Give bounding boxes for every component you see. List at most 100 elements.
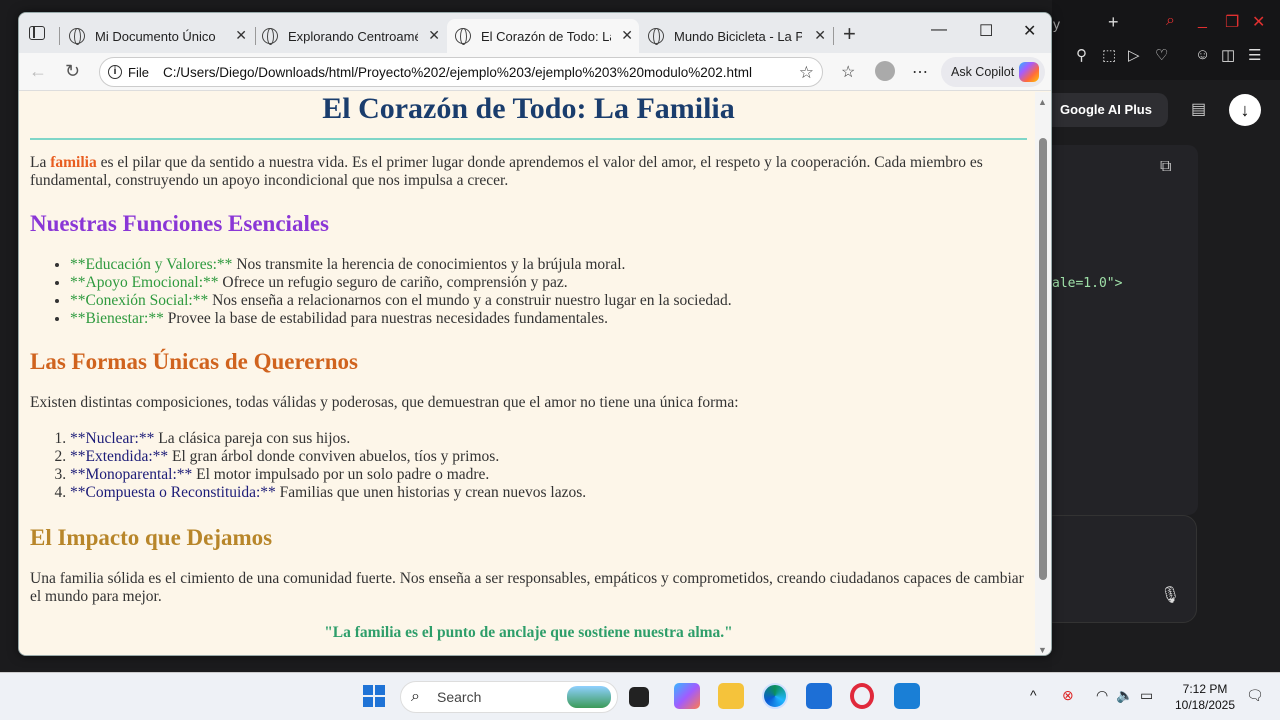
url-text[interactable]: C:/Users/Diego/Downloads/html/Proyecto%2… (163, 65, 752, 80)
start-button-windows-icon[interactable] (363, 685, 385, 707)
wifi-icon[interactable]: ◠ (1096, 687, 1108, 704)
background-search-icon[interactable]: ⌕ (1166, 12, 1175, 30)
title-divider (30, 138, 1027, 140)
list-text: Ofrece un refugio seguro de cariño, comp… (222, 274, 568, 291)
heart-icon[interactable]: ♡ (1155, 46, 1168, 64)
code-fragment: ale=1.0"> (1052, 276, 1123, 291)
ask-copilot-button[interactable]: Ask Copilot (941, 57, 1045, 87)
microphone-icon[interactable]: 🎙 (1160, 585, 1180, 605)
profile-icon[interactable]: ☺ (1195, 46, 1210, 63)
close-tab-icon[interactable]: ✕ (235, 27, 247, 44)
tab-label: Mi Documento Único (95, 28, 216, 44)
list-text: Nos transmite la herencia de conocimient… (236, 256, 626, 273)
tab-explorando-centroamerica[interactable]: Explorando Centroamérica ✕ (254, 19, 446, 53)
background-minimize-icon[interactable]: _ (1198, 12, 1207, 30)
list-text: El motor impulsado por un solo padre o m… (196, 466, 490, 483)
background-new-tab-icon[interactable]: + (1108, 12, 1119, 33)
scroll-down-icon[interactable]: ▼ (1038, 645, 1047, 655)
snapshot-icon[interactable]: ⬚ (1102, 46, 1116, 64)
tab-el-corazon[interactable]: El Corazón de Todo: La Familia ✕ (447, 19, 639, 53)
maximize-icon[interactable]: ☐ (979, 21, 993, 41)
vertical-scrollbar[interactable]: ▲ ▼ (1035, 92, 1051, 655)
volume-icon[interactable]: 🔈 (1116, 687, 1133, 704)
profile-avatar[interactable] (875, 61, 895, 81)
background-maximize-icon[interactable]: ❐ (1225, 12, 1239, 32)
tab-label: Explorando Centroamérica (288, 28, 418, 44)
close-tab-icon[interactable]: ✕ (814, 27, 826, 44)
family-quote: "La familia es el punto de anclaje que s… (324, 624, 733, 641)
close-tab-icon[interactable]: ✕ (621, 27, 633, 44)
list-term: **Nuclear:** (70, 430, 155, 447)
list-item: **Apoyo Emocional:** Ofrece un refugio s… (70, 274, 1027, 292)
file-explorer-icon[interactable] (718, 683, 744, 709)
refresh-icon[interactable]: ↻ (65, 61, 80, 82)
archive-icon[interactable]: ▤ (1191, 99, 1206, 119)
list-item: **Compuesta o Reconstituida:** Familias … (70, 484, 1027, 502)
list-item: **Nuclear:** La clásica pareja con sus h… (70, 430, 1027, 448)
chat-input-box[interactable] (1040, 515, 1197, 623)
system-clock[interactable]: 7:12 PM 10/18/2025 (1172, 681, 1238, 713)
list-item: **Extendida:** El gran árbol donde convi… (70, 448, 1027, 466)
battery-icon[interactable]: ▭ (1140, 687, 1153, 704)
download-icon[interactable]: ↓ (1229, 94, 1261, 126)
close-window-icon[interactable]: ✕ (1023, 21, 1036, 41)
bag-icon[interactable]: ◫ (1221, 46, 1235, 64)
list-text: El gran árbol donde conviven abuelos, tí… (172, 448, 500, 465)
copy-icon[interactable]: ⧉ (1160, 158, 1171, 176)
functions-list: **Educación y Valores:** Nos transmite l… (70, 256, 1027, 328)
page-viewport: El Corazón de Todo: La Familia La famili… (19, 92, 1037, 655)
intro-post: es el pilar que da sentido a nuestra vid… (30, 154, 983, 189)
tab-mundo-bicicleta[interactable]: Mundo Bicicleta - La Pasión ✕ (640, 19, 832, 53)
minimize-icon[interactable]: — (931, 21, 947, 39)
search-placeholder: Search (437, 689, 482, 705)
list-text: Nos enseña a relacionarnos con el mundo … (212, 292, 732, 309)
info-icon[interactable]: i (108, 65, 122, 79)
more-options-icon[interactable]: ⋯ (912, 62, 928, 82)
scrollbar-thumb[interactable] (1039, 138, 1047, 580)
address-toolbar: ← ↻ i File C:/Users/Diego/Downloads/html… (19, 53, 1051, 91)
close-tab-icon[interactable]: ✕ (428, 27, 440, 44)
taskbar-search[interactable]: ⌕ Search (400, 681, 618, 713)
impact-paragraph: Una familia sólida es el cimiento de una… (30, 570, 1024, 605)
back-icon[interactable]: ← (29, 61, 47, 82)
search-highlight-image (567, 686, 611, 708)
code-block (1040, 145, 1198, 515)
search-icon: ⌕ (411, 688, 420, 705)
edge-browser-icon[interactable] (762, 683, 788, 709)
notification-icon[interactable]: 🗨 (1246, 687, 1264, 704)
page-content: El Corazón de Todo: La Familia La famili… (30, 92, 1027, 642)
play-icon[interactable]: ▷ (1128, 46, 1140, 64)
settings-sliders-icon[interactable]: ☰ (1248, 46, 1261, 64)
tab-separator (59, 27, 60, 45)
address-bar[interactable]: i File C:/Users/Diego/Downloads/html/Pro… (99, 57, 823, 87)
intro-paragraph: La familia es el pilar que da sentido a … (30, 154, 1027, 190)
tab-actions-icon[interactable] (29, 26, 45, 40)
background-close-icon[interactable]: ✕ (1252, 12, 1265, 32)
tab-mi-documento[interactable]: Mi Documento Único ✕ (61, 19, 253, 53)
task-view-icon[interactable] (629, 687, 649, 707)
favorite-star-icon[interactable]: ☆ (799, 63, 814, 83)
globe-icon (262, 28, 278, 45)
pin-icon[interactable]: ⚲ (1076, 46, 1087, 64)
google-ai-plus-button[interactable]: Google AI Plus (1040, 93, 1168, 127)
favorites-icon[interactable]: ☆ (841, 62, 855, 82)
scroll-up-icon[interactable]: ▲ (1038, 97, 1047, 107)
opera-icon[interactable] (850, 683, 874, 709)
copilot-icon (1019, 62, 1039, 82)
vscode-icon[interactable] (894, 683, 920, 709)
security-alert-icon[interactable]: ⊗ (1062, 687, 1074, 704)
background-tab-fragment: y (1053, 16, 1060, 32)
tab-separator (833, 27, 834, 45)
tab-label: Mundo Bicicleta - La Pasión (674, 28, 802, 44)
list-text: La clásica pareja con sus hijos. (158, 430, 351, 447)
copilot-label: Ask Copilot (951, 65, 1015, 79)
list-text: Familias que unen historias y crean nuev… (279, 484, 587, 501)
microsoft-store-icon[interactable] (806, 683, 832, 709)
m365-icon[interactable] (674, 683, 700, 709)
intro-pre: La (30, 154, 47, 171)
file-label: File (128, 64, 149, 80)
show-hidden-icons-icon[interactable]: ^ (1030, 687, 1037, 703)
list-item: **Monoparental:** El motor impulsado por… (70, 466, 1027, 484)
browser-window: Mi Documento Único ✕ Explorando Centroam… (18, 12, 1052, 656)
new-tab-icon[interactable]: + (843, 21, 856, 47)
